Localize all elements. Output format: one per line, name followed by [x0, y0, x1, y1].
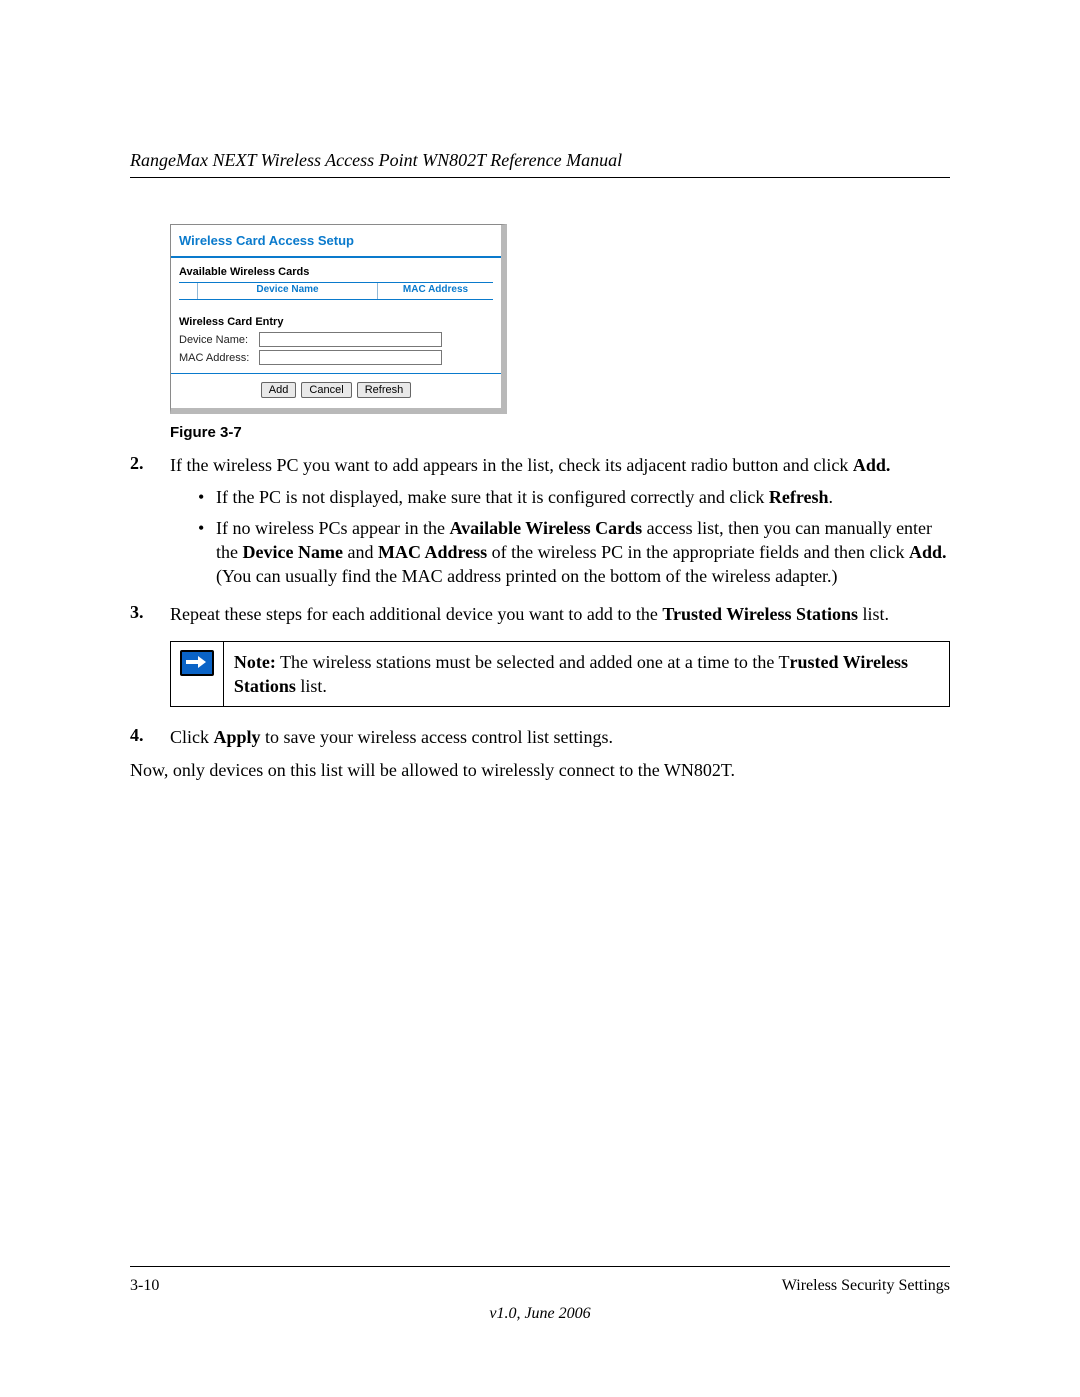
step2-text: If the wireless PC you want to add appea… [170, 455, 853, 475]
panel-title: Wireless Card Access Setup [179, 233, 493, 248]
section-name: Wireless Security Settings [782, 1277, 950, 1295]
col-device-name: Device Name [198, 283, 378, 299]
add-button[interactable]: Add [261, 382, 297, 398]
refresh-button[interactable]: Refresh [357, 382, 412, 398]
step2-bullet-1: • If the PC is not displayed, make sure … [198, 485, 950, 509]
doc-header-title: RangeMax NEXT Wireless Access Point WN80… [130, 150, 950, 171]
available-cards-heading: Available Wireless Cards [179, 266, 493, 278]
page-number: 3-10 [130, 1277, 159, 1295]
step2-add-bold: Add. [853, 455, 891, 475]
figure-caption: Figure 3-7 [170, 424, 950, 441]
cancel-button[interactable]: Cancel [301, 382, 351, 398]
panel-divider-2 [171, 373, 501, 374]
doc-version: v1.0, June 2006 [0, 1305, 1080, 1323]
step-4: 4. Click Apply to save your wireless acc… [130, 725, 950, 749]
mac-address-label: MAC Address: [179, 352, 259, 364]
col-mac-address: MAC Address [378, 283, 493, 299]
panel-divider [171, 256, 501, 258]
arrow-right-icon [180, 650, 214, 676]
step-2: 2. If the wireless PC you want to add ap… [130, 453, 950, 594]
cards-table-header: Device Name MAC Address [179, 282, 493, 300]
step-number: 2. [130, 453, 170, 594]
device-name-label: Device Name: [179, 334, 259, 346]
header-rule [130, 177, 950, 178]
screenshot-panel: Wireless Card Access Setup Available Wir… [170, 224, 507, 414]
footer-rule [130, 1266, 950, 1267]
closing-paragraph: Now, only devices on this list will be a… [130, 758, 950, 782]
step-number: 4. [130, 725, 170, 749]
step-number: 3. [130, 602, 170, 626]
bullet-dot-icon: • [198, 516, 216, 589]
card-entry-heading: Wireless Card Entry [179, 316, 493, 328]
device-name-input[interactable] [259, 332, 442, 347]
step2-bullet-2: • If no wireless PCs appear in the Avail… [198, 516, 950, 589]
note-box: Note: The wireless stations must be sele… [170, 641, 950, 708]
bullet-dot-icon: • [198, 485, 216, 509]
step-3: 3. Repeat these steps for each additiona… [130, 602, 950, 626]
note-label: Note: [234, 652, 276, 672]
mac-address-input[interactable] [259, 350, 442, 365]
